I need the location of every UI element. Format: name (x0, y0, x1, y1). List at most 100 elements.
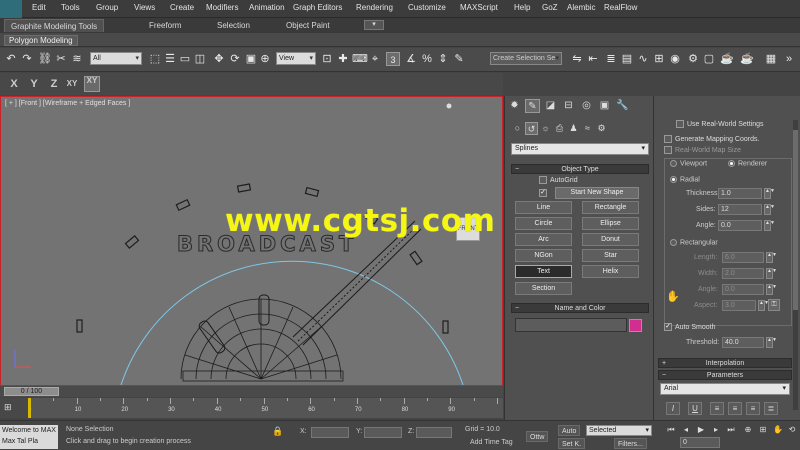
line-button[interactable]: Line (515, 201, 572, 214)
select-by-name-icon[interactable]: ☰ (163, 52, 177, 66)
ellipse-button[interactable]: Ellipse (582, 217, 639, 230)
menu-create[interactable]: Create (170, 3, 194, 12)
thickness-spin-arrows[interactable]: ▲▼ (764, 188, 775, 199)
angle2-spin-arrows[interactable]: ▲▼ (766, 284, 777, 295)
toolbar-overflow-icon[interactable]: » (782, 52, 796, 66)
percent-snap-icon[interactable]: % (420, 52, 434, 66)
selection-lock-icon[interactable]: 🔒 (272, 426, 283, 438)
length-spinner[interactable]: 6.0 (722, 252, 764, 263)
utilities-tab-icon[interactable]: 🔧 (615, 99, 630, 113)
name-and-color-rollout[interactable]: − Name and Color (511, 303, 649, 313)
polygon-modeling-label[interactable]: Polygon Modeling (4, 35, 78, 46)
modify-tab-icon[interactable]: ◪ (543, 99, 558, 113)
axis-xy-button[interactable]: XY (64, 76, 80, 92)
gen-mapping-checkbox[interactable] (664, 135, 672, 143)
angle2-spinner[interactable]: 0.0 (722, 284, 764, 295)
space-warps-icon[interactable]: ≈ (581, 122, 594, 135)
spinner-snap-icon[interactable]: ⇕ (436, 52, 450, 66)
keyboard-shortcut-icon[interactable]: ⌨ (352, 52, 368, 66)
rendered-frame-icon[interactable]: ▢ (702, 52, 716, 66)
circle-button[interactable]: Circle (515, 217, 572, 230)
start-new-shape-checkbox[interactable] (539, 189, 547, 197)
track-bar[interactable]: ⊞ 0102030405060708090 (0, 398, 503, 418)
systems-icon[interactable]: ⚙ (595, 122, 608, 135)
render-icon[interactable]: ☕ (720, 52, 734, 66)
selection-filter-select[interactable]: All (90, 52, 142, 65)
select-manipulate-icon[interactable]: ✚ (336, 52, 350, 66)
panel-scrollbar-thumb[interactable] (793, 130, 798, 310)
menu-help[interactable]: Help (514, 3, 530, 12)
menu-animation[interactable]: Animation (249, 3, 285, 12)
time-slider-thumb[interactable]: 0 / 100 (4, 387, 59, 396)
orbit-icon[interactable]: ⟲ (786, 425, 798, 435)
motion-tab-icon[interactable]: ◎ (579, 99, 594, 113)
renderer-radio-row[interactable]: Renderer (728, 160, 767, 167)
cameras-icon[interactable]: ⎙ (553, 122, 566, 135)
arc-button[interactable]: Arc (515, 233, 572, 246)
menu-goz[interactable]: GoZ (542, 3, 558, 12)
text-button[interactable]: Text (515, 265, 572, 278)
menu-rendering[interactable]: Rendering (356, 3, 393, 12)
menu-views[interactable]: Views (134, 3, 155, 12)
front-viewport[interactable]: [ + ] [Front ] [Wireframe + Edged Faces … (0, 96, 503, 386)
sun-icon[interactable]: ✹ (507, 99, 522, 113)
goto-start-icon[interactable]: ⏮ (665, 425, 677, 435)
bind-space-warp-icon[interactable]: ≋ (70, 52, 84, 66)
ngon-button[interactable]: NGon (515, 249, 572, 262)
angle-spinner[interactable]: 0.0 (718, 220, 762, 231)
display-tab-icon[interactable]: ▣ (597, 99, 612, 113)
pan-icon[interactable]: ✋ (772, 425, 784, 435)
rectangular-radio-row[interactable]: Rectangular (670, 239, 718, 246)
menu-modifiers[interactable]: Modifiers (206, 3, 238, 12)
panel-scrollbar[interactable] (793, 120, 798, 410)
width-spin-arrows[interactable]: ▲▼ (766, 268, 777, 279)
ribbon-options-dropdown[interactable]: ▾ (364, 20, 384, 30)
play-icon[interactable]: ▶ (695, 425, 707, 435)
zoom-all-icon[interactable]: ⊞ (757, 425, 769, 435)
sides-spinner[interactable]: 12 (718, 204, 762, 215)
font-select[interactable]: Arial (660, 383, 790, 395)
underline-button[interactable]: U (688, 402, 702, 415)
link-icon[interactable]: ⛓ (38, 52, 52, 66)
create-tab-icon[interactable]: ✎ (525, 99, 540, 113)
real-world-checkbox[interactable] (664, 146, 672, 154)
start-new-shape-button[interactable]: Start New Shape (555, 187, 639, 199)
current-frame-marker[interactable] (28, 398, 31, 418)
angle-spin-arrows[interactable]: ▲▼ (764, 220, 775, 231)
italic-button[interactable]: I (666, 402, 680, 415)
autogrid-checkbox[interactable] (539, 176, 547, 184)
axis-y-button[interactable]: Y (26, 76, 42, 92)
move-icon[interactable]: ✥ (212, 52, 226, 66)
helpers-icon[interactable]: ♟ (567, 122, 580, 135)
tab-object-paint[interactable]: Object Paint (280, 19, 336, 32)
axis-xy-active-button[interactable]: XY (84, 76, 100, 92)
pivot-center-icon[interactable]: ⊡ (320, 52, 334, 66)
section-button[interactable]: Section (515, 282, 572, 295)
gen-mapping-row[interactable]: Generate Mapping Coords. (664, 135, 759, 143)
render-iterative-icon[interactable]: ☕ (740, 52, 754, 66)
rectangle-button[interactable]: Rectangle (582, 201, 639, 214)
menu-maxscript[interactable]: MAXScript (460, 3, 498, 12)
length-spin-arrows[interactable]: ▲▼ (766, 252, 777, 263)
schematic-view-icon[interactable]: ⊞ (652, 52, 666, 66)
menu-edit[interactable]: Edit (32, 3, 46, 12)
renderer-radio[interactable] (728, 160, 735, 167)
menu-customize[interactable]: Customize (408, 3, 446, 12)
sides-spin-arrows[interactable]: ▲▼ (764, 204, 775, 215)
axis-z-button[interactable]: Z (46, 76, 62, 92)
real-world-row[interactable]: Real-World Map Size (664, 146, 741, 154)
set-key-button[interactable]: Set K. (558, 438, 586, 449)
donut-button[interactable]: Donut (582, 233, 639, 246)
align-icon[interactable]: ⇤ (586, 52, 600, 66)
curve-editor-icon[interactable]: ∿ (636, 52, 650, 66)
helix-button[interactable]: Helix (582, 265, 639, 278)
use-world-row[interactable]: Use Real-World Settings (676, 120, 764, 128)
key-filters-button[interactable]: Filters... (614, 438, 647, 449)
undo-icon[interactable]: ↶ (4, 52, 18, 66)
time-slider[interactable]: 0 / 100 (0, 386, 503, 397)
aspect-spin-arrows[interactable]: ▲▼ (758, 300, 769, 311)
material-editor-icon[interactable]: ◉ (668, 52, 682, 66)
current-frame-field[interactable]: 0 (680, 437, 720, 448)
edit-named-selection-icon[interactable]: ✎ (452, 52, 466, 66)
key-filter-select[interactable]: Selected (586, 425, 652, 436)
